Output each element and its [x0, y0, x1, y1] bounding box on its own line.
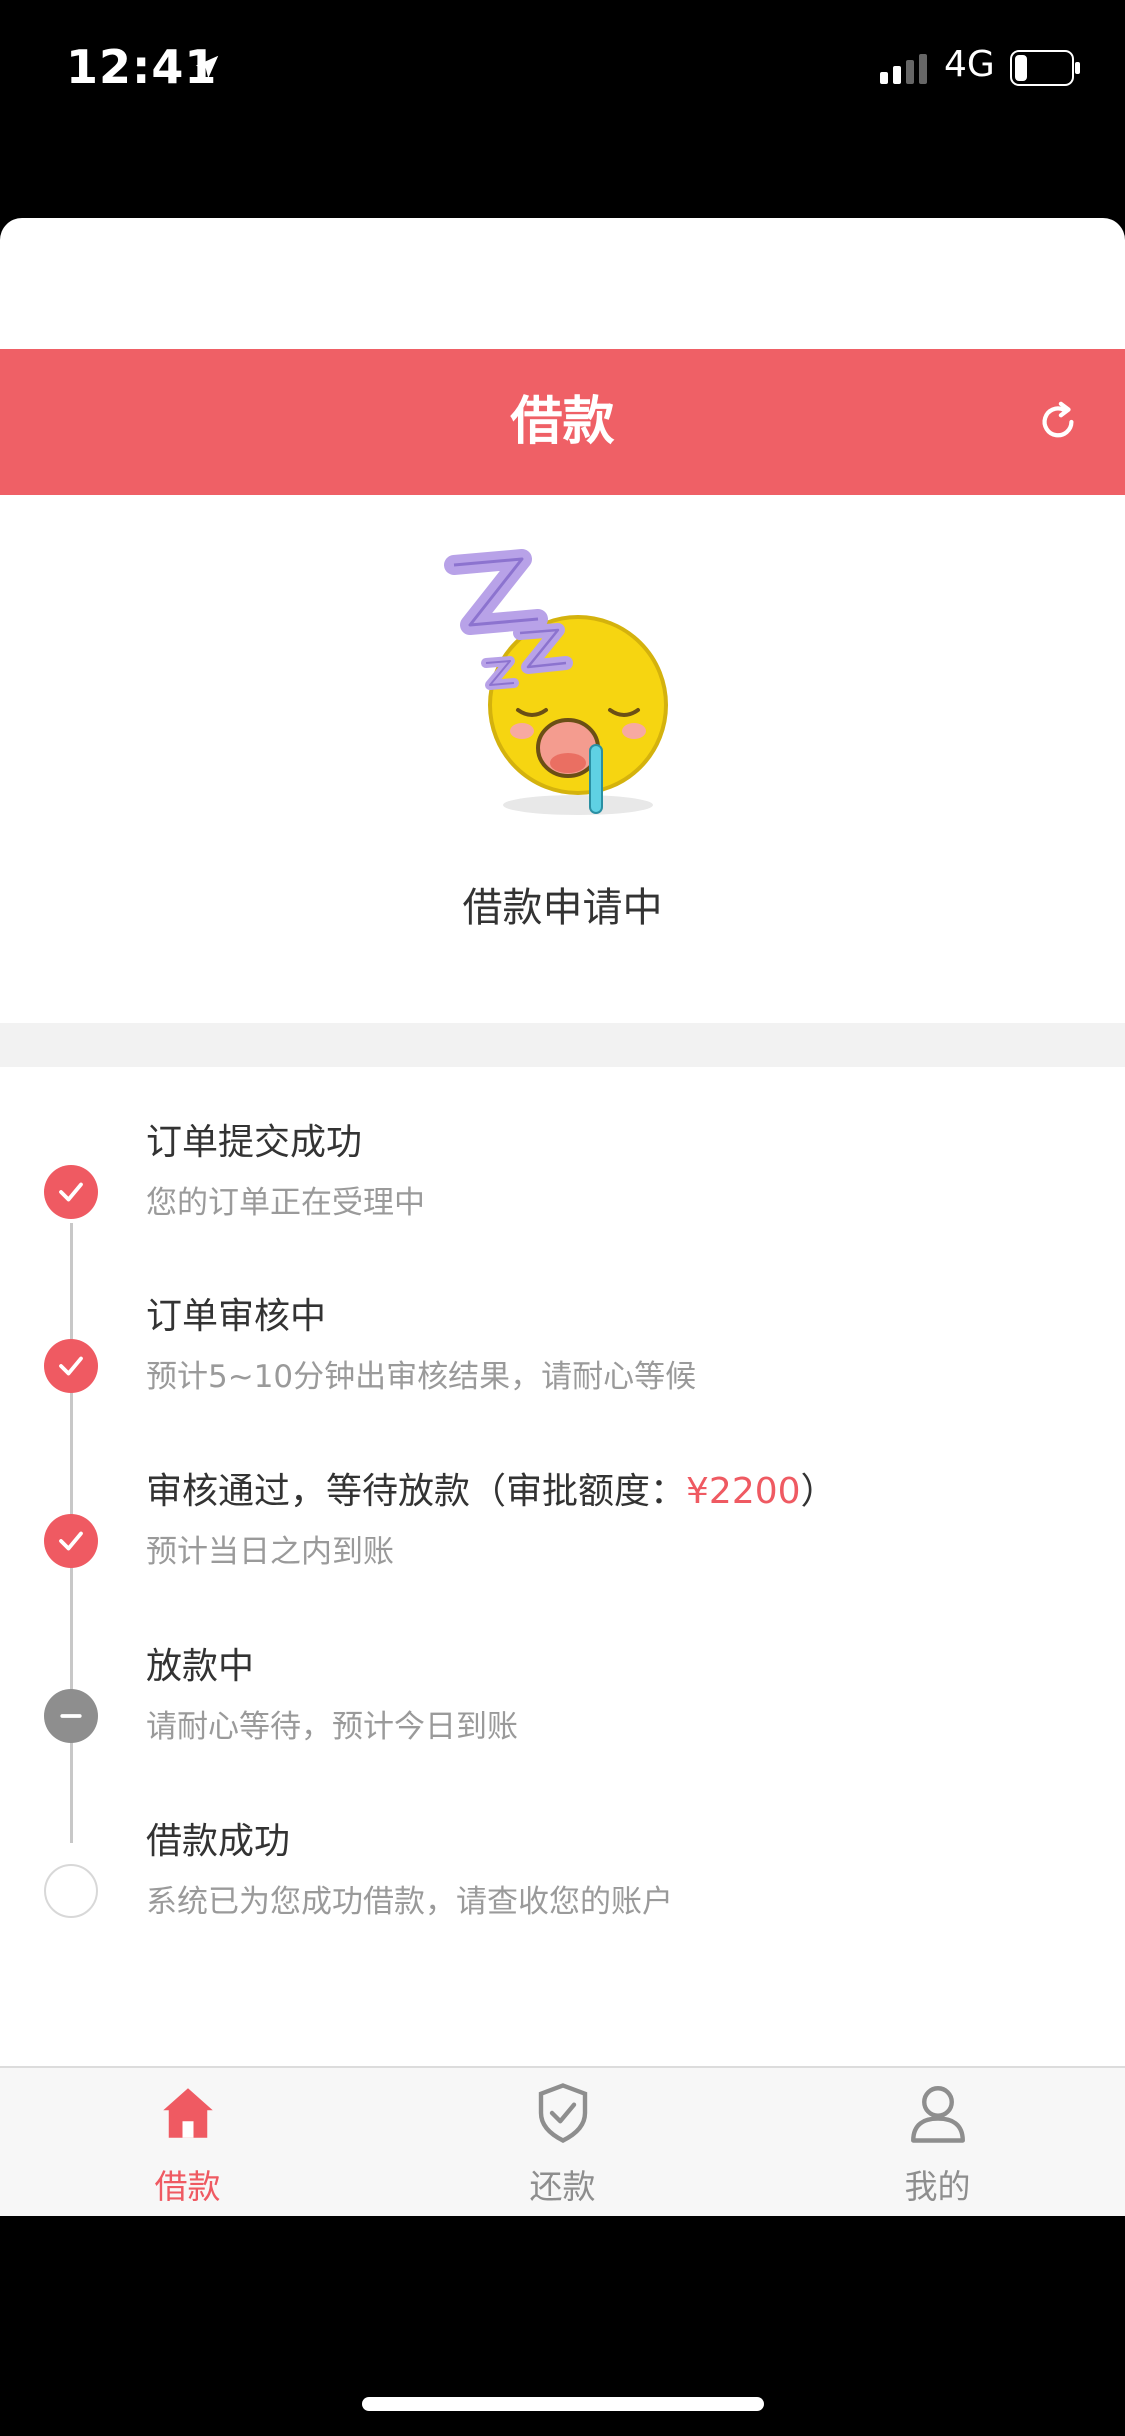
- step-description: 预计当日之内到账: [146, 1534, 394, 1570]
- timeline-step: 放款中 请耐心等待，预计今日到账: [0, 1627, 1125, 1797]
- step-title: 借款成功: [146, 1821, 291, 1862]
- tab-borrow[interactable]: 借款: [0, 2068, 375, 2216]
- network-type: 4G: [944, 44, 995, 85]
- home-indicator[interactable]: [362, 2397, 764, 2411]
- step-description: 您的订单正在受理中: [146, 1185, 425, 1221]
- nav-bar: 借款: [0, 349, 1125, 495]
- timeline-step: 订单提交成功 您的订单正在受理中: [0, 1103, 1125, 1273]
- step-title: 审核通过，等待放款（审批额度：¥2200）: [146, 1462, 837, 1514]
- loan-status-text: 借款申请中: [462, 885, 663, 931]
- step-description: 请耐心等待，预计今日到账: [146, 1709, 518, 1745]
- app-screen: 借款 借款申请中 订单提交成功 您的订单正在受理中 订单审核中 预计5~10分钟…: [0, 218, 1125, 2216]
- user-icon: [911, 2086, 965, 2143]
- progress-timeline: 订单提交成功 您的订单正在受理中 订单审核中 预计5~10分钟出审核结果，请耐心…: [0, 1067, 1125, 2067]
- section-divider: [0, 1023, 1125, 1067]
- timeline-step: 审核通过，等待放款（审批额度：¥2200） 预计当日之内到账: [0, 1452, 1125, 1622]
- step-title-prefix: 审核通过，等待放款（审批额度：: [146, 1471, 687, 1512]
- home-icon: [163, 2088, 213, 2138]
- step-title: 订单提交成功: [146, 1122, 363, 1163]
- approved-amount: ¥2200: [686, 1471, 801, 1512]
- tab-label: 我的: [904, 2167, 971, 2206]
- check-icon: [44, 1339, 98, 1393]
- step-title-suffix: ）: [800, 1471, 837, 1512]
- tab-bar: 借款 还款 我的: [0, 2066, 1125, 2216]
- step-title: 放款中: [146, 1646, 255, 1687]
- status-bar: 12:41 4G: [0, 0, 1125, 140]
- minus-icon: [44, 1689, 98, 1743]
- step-description: 系统已为您成功借款，请查收您的账户: [146, 1884, 673, 1920]
- sleeping-emoji-icon: [444, 549, 668, 815]
- tab-mine[interactable]: 我的: [750, 2068, 1125, 2216]
- tab-repay[interactable]: 还款: [375, 2068, 750, 2216]
- empty-circle-icon: [44, 1864, 98, 1918]
- tab-label: 借款: [154, 2167, 221, 2206]
- timeline-step: 订单审核中 预计5~10分钟出审核结果，请耐心等候: [0, 1277, 1125, 1447]
- location-arrow-icon: [195, 55, 219, 79]
- step-description: 预计5~10分钟出审核结果，请耐心等候: [146, 1359, 697, 1395]
- page-title: 借款: [510, 392, 615, 452]
- check-icon: [44, 1514, 98, 1568]
- refresh-icon[interactable]: [1035, 399, 1081, 445]
- timeline-step: 借款成功 系统已为您成功借款，请查收您的账户: [0, 1802, 1125, 1972]
- tab-label: 还款: [529, 2167, 596, 2206]
- signal-icon: [880, 54, 927, 84]
- check-icon: [44, 1165, 98, 1219]
- shield-check-icon: [538, 2083, 588, 2143]
- battery-icon: [1010, 50, 1080, 86]
- step-title: 订单审核中: [146, 1296, 327, 1337]
